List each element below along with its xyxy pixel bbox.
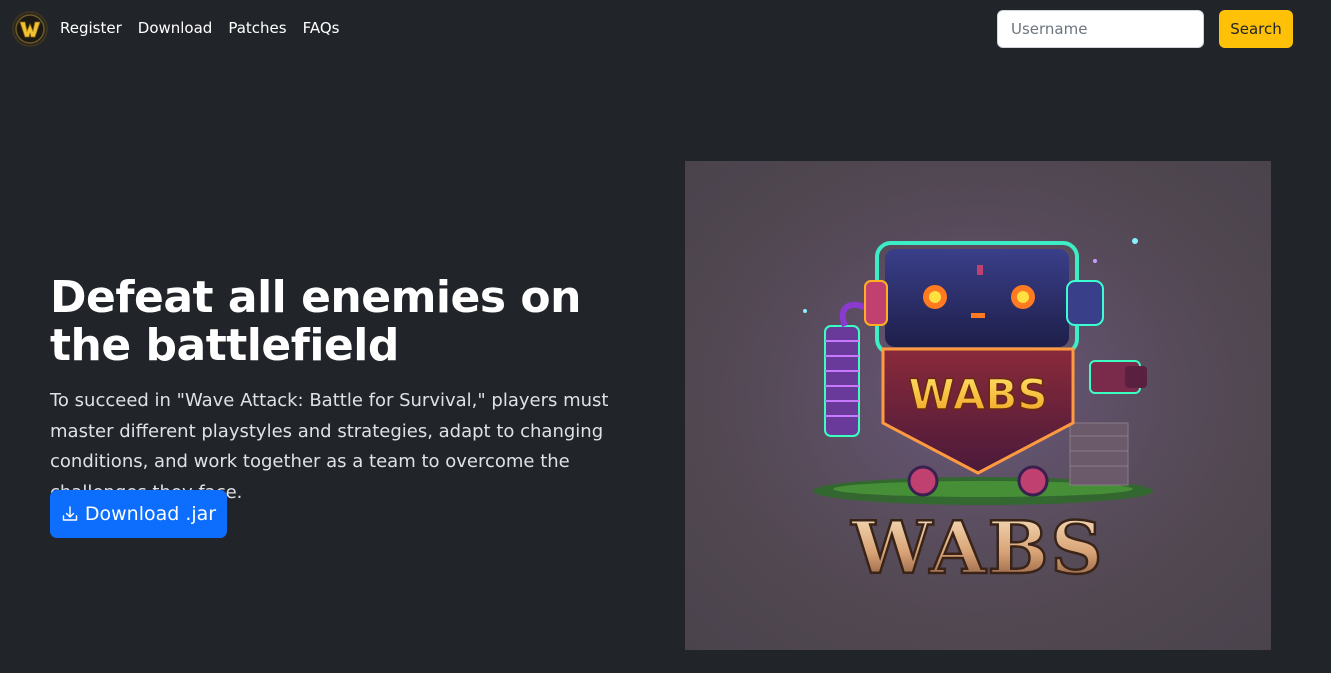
w-logo-icon bbox=[15, 14, 45, 44]
nav-link-download[interactable]: Download bbox=[138, 19, 213, 37]
navbar: Register Download Patches FAQs Search bbox=[0, 0, 1331, 58]
logo-text: WABS bbox=[851, 505, 1105, 590]
nav-link-patches[interactable]: Patches bbox=[228, 19, 286, 37]
brand-logo-icon[interactable] bbox=[12, 11, 48, 47]
nav-link-faqs[interactable]: FAQs bbox=[303, 19, 340, 37]
nav-link-register[interactable]: Register bbox=[60, 19, 122, 37]
download-button-label: Download .jar bbox=[84, 503, 217, 525]
robot-illustration: WABS WABS bbox=[685, 161, 1271, 650]
badge-text: WABS bbox=[908, 370, 1047, 419]
hero-robot-image: WABS WABS bbox=[685, 161, 1271, 650]
hero-title: Defeat all enemies on the battlefield bbox=[50, 272, 581, 371]
download-icon bbox=[62, 506, 78, 521]
nav-links: Register Download Patches FAQs bbox=[60, 19, 339, 37]
page: Register Download Patches FAQs Search De… bbox=[0, 0, 1331, 673]
username-search-input[interactable] bbox=[997, 10, 1204, 48]
search-button[interactable]: Search bbox=[1219, 10, 1293, 48]
download-jar-button[interactable]: Download .jar bbox=[50, 490, 227, 538]
